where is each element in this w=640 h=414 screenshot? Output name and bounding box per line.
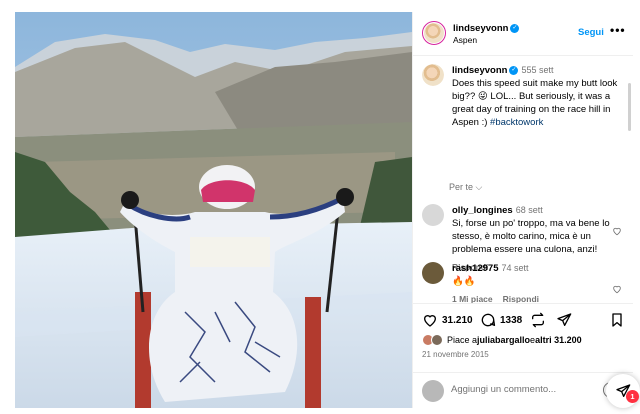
repost-action[interactable] — [530, 312, 550, 328]
post-date: 21 novembre 2015 — [422, 350, 489, 359]
author-avatar[interactable] — [422, 21, 446, 45]
verified-badge-icon: ✓ — [509, 65, 519, 75]
post-sidebar: lindseyvonn ✓ Aspen Segui ••• lindseyvonn… — [412, 12, 633, 408]
comment-time: 68 sett — [515, 205, 543, 215]
for-you-toggle[interactable]: Per te ⌵ — [449, 182, 482, 193]
comment-text: 🔥🔥 — [452, 276, 476, 287]
comment-avatar[interactable] — [422, 262, 444, 284]
send-icon[interactable] — [556, 312, 572, 328]
post-location[interactable]: Aspen — [453, 35, 477, 45]
comment-count[interactable]: 1338 — [500, 315, 522, 326]
comments-scroll-area[interactable]: lindseyvonn ✓ 555 sett Does this speed sui… — [413, 57, 633, 303]
comment-item: rash12975 74 sett 🔥🔥 1 Mi piace Rispondi — [422, 262, 622, 303]
like-count[interactable]: 31.210 — [442, 315, 473, 326]
comment-likes-count[interactable]: 1 Mi piace — [452, 294, 493, 303]
post-actions-bar: 31.210 1338 — [413, 303, 633, 335]
caption-avatar[interactable] — [422, 64, 444, 86]
add-comment-bar — [413, 372, 633, 408]
comment-like-heart-icon[interactable] — [612, 226, 622, 236]
comment-username[interactable]: rash12975 — [452, 263, 498, 274]
comment-username[interactable]: olly_longines — [452, 205, 513, 216]
liker-avatar[interactable] — [431, 334, 443, 346]
heart-icon[interactable] — [422, 312, 438, 328]
comment-like-heart-icon[interactable] — [612, 284, 622, 294]
current-user-avatar — [422, 380, 444, 402]
add-comment-input[interactable] — [451, 384, 591, 395]
author-username[interactable]: lindseyvonn ✓ — [453, 23, 520, 34]
share-action[interactable] — [556, 312, 576, 328]
likes-prefix: Piace a — [447, 335, 478, 345]
more-options-icon[interactable]: ••• — [610, 23, 626, 37]
caption-time: 555 sett — [521, 65, 554, 75]
liker-avatars — [422, 334, 444, 346]
notifications-button[interactable]: 1 — [606, 374, 640, 408]
post-header: lindseyvonn ✓ Aspen Segui ••• — [413, 12, 633, 56]
follow-button[interactable]: Segui — [578, 27, 604, 38]
verified-badge-icon: ✓ — [510, 23, 520, 33]
liker-username-link[interactable]: juliabargallo — [477, 335, 530, 345]
comment-text: Si, forse un po' troppo, ma va bene lo s… — [452, 218, 610, 255]
comment-avatar[interactable] — [422, 204, 444, 226]
save-action[interactable] — [609, 312, 629, 328]
bookmark-icon[interactable] — [609, 312, 625, 328]
caption: lindseyvonn ✓ 555 sett Does this speed sui… — [422, 64, 622, 129]
caption-username[interactable]: lindseyvonn — [452, 65, 507, 76]
comment-time: 74 sett — [501, 263, 529, 273]
comment-icon[interactable] — [480, 312, 496, 328]
reply-button[interactable]: Rispondi — [503, 294, 539, 303]
skier-photo-illustration — [15, 12, 412, 408]
repost-icon[interactable] — [530, 312, 546, 328]
others-likes-link[interactable]: altri 31.200 — [535, 335, 582, 345]
like-action[interactable]: 31.210 — [422, 312, 473, 328]
caption-hashtag-link[interactable]: #backtowork — [490, 117, 543, 128]
likes-summary: Piace a juliabargallo e altri 31.200 — [422, 334, 582, 346]
post-photo[interactable] — [15, 12, 412, 408]
comment-action[interactable]: 1338 — [480, 312, 522, 328]
comments-scrollbar[interactable] — [628, 83, 631, 131]
notification-badge: 1 — [626, 390, 639, 403]
author-username-text[interactable]: lindseyvonn — [453, 23, 508, 34]
